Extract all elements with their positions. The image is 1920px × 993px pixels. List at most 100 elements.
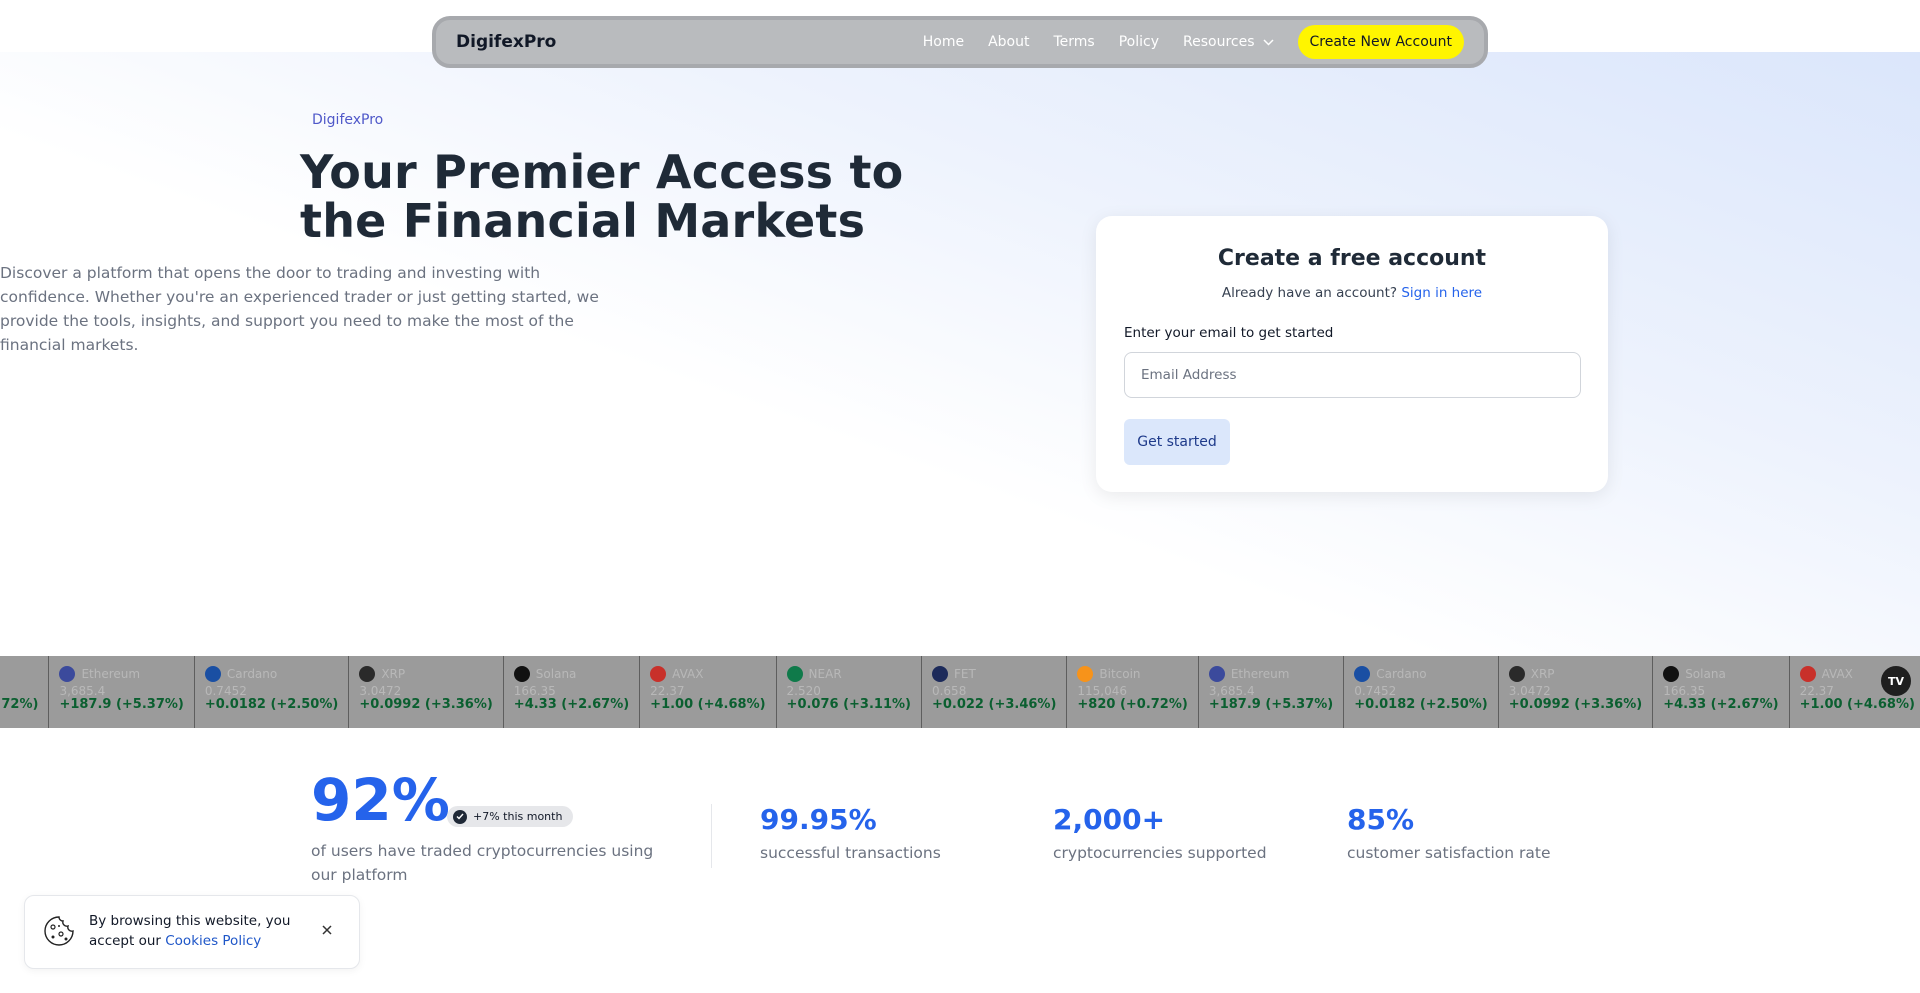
ticker-item[interactable]: Solana 166.35 +4.33 (+2.67%) (1653, 656, 1790, 728)
main-stat-value: 92% (311, 766, 450, 834)
cardano-icon (1354, 666, 1371, 682)
ticker-item-change: +4.33 (+2.67%) (513, 697, 630, 712)
ticker-item-name: XRP (1530, 667, 1555, 681)
ticker-item-name: XRP (381, 667, 406, 681)
xrp-icon (1508, 666, 1525, 682)
ticker-item[interactable]: Bitcoin115,046+820 (+0.72%) (0, 656, 50, 728)
signin-link[interactable]: Sign in here (1401, 285, 1482, 301)
nav-dropdown-resources-label: Resources (1183, 34, 1255, 50)
ticker-item-header: AVAX (650, 665, 765, 683)
cookie-banner: By browsing this website, you accept our… (24, 895, 360, 969)
ticker-item-name: Cardano (1376, 667, 1427, 681)
main-stat-label: of users have traded cryptocurrencies us… (311, 842, 654, 884)
ticker-track: Bitcoin115,046+820 (+0.72%)Ethereum3,685… (0, 656, 1920, 728)
ticker-item-price: 2.520 (786, 684, 821, 698)
ticker-item-change: +0.0992 (+3.36%) (359, 697, 493, 712)
ticker-item-name: Solana (1685, 667, 1726, 681)
ticker-item-change: +0.0182 (+2.50%) (204, 697, 339, 712)
ticker-item[interactable]: NEAR 2.520 +0.076 (+3.11%) (777, 656, 922, 728)
ticker-item-change: +0.022 (+3.46%) (931, 697, 1057, 712)
stat-satisfaction: 85% customer satisfaction rate (1347, 803, 1551, 862)
ethereum-icon (1208, 666, 1225, 682)
ticker-item-price: 0.7452 (1354, 684, 1397, 698)
ticker-item-name: FET (953, 667, 976, 681)
ticker-item-header: NEAR (786, 665, 911, 683)
ticker-item[interactable]: Ethereum 3,685.4 +187.9 (+5.37%) (49, 656, 195, 728)
chevron-down-icon (1262, 38, 1274, 46)
nav-link-about[interactable]: About (988, 34, 1029, 50)
hero-description: Discover a platform that opens the door … (0, 264, 599, 354)
check-badge-icon (453, 809, 467, 824)
nav-links: Home About Terms Policy Resources Create… (923, 25, 1464, 59)
ticker-item[interactable]: FET 0.658 +0.022 (+3.46%) (922, 656, 1068, 728)
ticker-item-name: AVAX (1821, 667, 1853, 681)
ticker-item-header: FET (931, 665, 1056, 683)
ticker-item-change: +1.00 (+4.68%) (650, 697, 766, 712)
ticker-item-price: 115,046 (1077, 684, 1128, 698)
ticker-item-header: Ethereum (1208, 665, 1333, 683)
ticker-item[interactable]: Bitcoin115,046+820 (+0.72%) (1067, 656, 1199, 728)
cardano-icon (204, 666, 221, 682)
brand-logo[interactable]: DigifexPro (456, 32, 556, 52)
ticker-item-change: +187.9 (+5.37%) (1208, 697, 1334, 712)
stats-divider (711, 804, 712, 868)
ticker-item[interactable]: Ethereum 3,685.4 +187.9 (+5.37%) (1199, 656, 1345, 728)
solana-icon (1663, 666, 1680, 682)
ticker-item-name: Ethereum (1230, 667, 1290, 681)
ticker-item-header: Bitcoin (1077, 665, 1187, 683)
crypto-ticker: Bitcoin115,046+820 (+0.72%)Ethereum3,685… (0, 656, 1920, 728)
ticker-item[interactable]: XRP 3.0472 +0.0992 (+3.36%) (1499, 656, 1654, 728)
near-icon (786, 666, 803, 682)
ticker-item-name: NEAR (808, 667, 842, 681)
close-icon (322, 924, 332, 935)
nav-link-home[interactable]: Home (923, 34, 964, 50)
ticker-item-name: Cardano (226, 667, 278, 681)
stat-label: successful transactions (760, 844, 941, 862)
nav-link-policy[interactable]: Policy (1119, 34, 1159, 50)
ticker-item-change: +0.076 (+3.11%) (786, 697, 911, 712)
hero-title: Your Premier Access to the Financial Mar… (300, 145, 904, 248)
avax-icon (1799, 666, 1816, 682)
growth-badge: +7% this month (447, 806, 574, 827)
nav-dropdown-resources[interactable]: Resources (1183, 34, 1274, 50)
ticker-item-name: Ethereum (81, 667, 141, 681)
ticker-item-header: XRP (359, 665, 492, 683)
ticker-item[interactable]: XRP 3.0472 +0.0992 (+3.36%) (349, 656, 504, 728)
cookie-close-button[interactable] (317, 921, 337, 941)
solana-icon (513, 666, 530, 682)
ticker-item-header: XRP (1508, 665, 1642, 683)
signup-title: Create a free account (1217, 246, 1487, 271)
ticker-item-header: Cardano (1354, 665, 1487, 683)
fet-icon (931, 666, 948, 682)
cookie-policy-link[interactable]: Cookies Policy (165, 933, 261, 949)
email-input[interactable] (1124, 352, 1581, 398)
ticker-item-price: 3.0472 (1508, 684, 1551, 698)
stat-transactions: 99.95% successful transactions (760, 803, 941, 862)
ticker-item-change: +820 (+0.72%) (1077, 697, 1188, 712)
create-account-button[interactable]: Create New Account (1297, 25, 1464, 59)
tradingview-logo[interactable]: TV (1881, 666, 1911, 696)
signin-prompt-text: Already have an account? (1221, 285, 1398, 301)
top-navigation: DigifexPro Home About Terms Policy Resou… (432, 16, 1488, 68)
ticker-item-header: Bitcoin (0, 665, 38, 683)
xrp-icon (359, 666, 376, 682)
signin-prompt: Already have an account? Sign in here (1096, 285, 1608, 301)
nav-link-terms[interactable]: Terms (1054, 34, 1095, 50)
email-label: Enter your email to get started (1124, 325, 1334, 341)
ticker-item-price: 3,685.4 (59, 684, 106, 698)
ticker-item-price: 3,685.4 (1208, 684, 1255, 698)
ticker-item[interactable]: Cardano 0.7452 +0.0182 (+2.50%) (1344, 656, 1499, 728)
avax-icon (650, 666, 667, 682)
ticker-item[interactable]: Cardano 0.7452 +0.0182 (+2.50%) (195, 656, 350, 728)
stat-value: 85% (1347, 803, 1415, 836)
growth-badge-text: +7% this month (473, 810, 563, 823)
ticker-item-price: 3.0472 (359, 684, 402, 698)
ticker-item-price: 22.37 (650, 684, 685, 698)
ticker-item[interactable]: Solana 166.35 +4.33 (+2.67%) (504, 656, 641, 728)
get-started-button[interactable]: Get started (1124, 419, 1230, 465)
cookie-message: By browsing this website, you accept our… (89, 911, 299, 951)
ticker-item[interactable]: AVAX 22.37 +1.00 (+4.68%) (640, 656, 777, 728)
signup-card: Create a free account Already have an ac… (1096, 216, 1608, 492)
stat-cryptocurrencies: 2,000+ cryptocurrencies supported (1053, 803, 1267, 862)
ticker-item-price: 0.7452 (204, 684, 247, 698)
